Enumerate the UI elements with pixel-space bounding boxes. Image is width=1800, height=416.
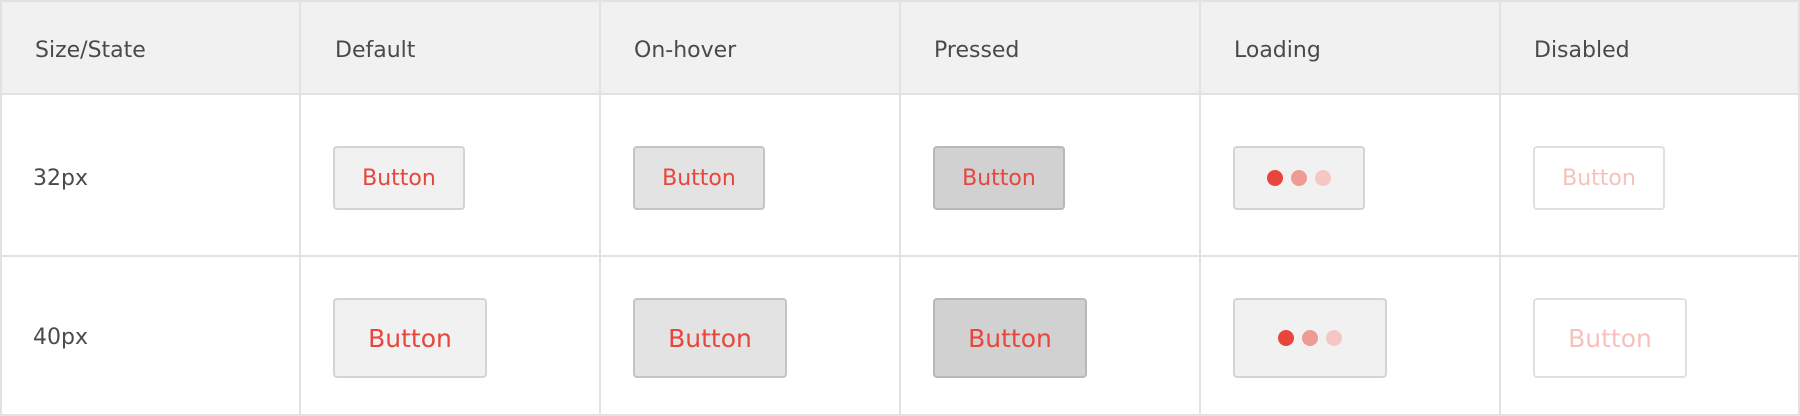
col-divider bbox=[1199, 2, 1201, 414]
button-40-hover[interactable]: Button bbox=[633, 298, 787, 378]
button-32-pressed[interactable]: Button bbox=[933, 146, 1065, 210]
loading-dot bbox=[1326, 330, 1342, 346]
button-40-pressed[interactable]: Button bbox=[933, 298, 1087, 378]
button-32-loading[interactable] bbox=[1233, 146, 1365, 210]
button-label: Button bbox=[968, 323, 1052, 353]
col-divider bbox=[599, 2, 601, 414]
header-size-state: Size/State bbox=[35, 38, 146, 63]
button-40-disabled: Button bbox=[1533, 298, 1687, 378]
button-label: Button bbox=[1568, 323, 1652, 353]
loading-dot bbox=[1291, 170, 1307, 186]
button-label: Button bbox=[362, 165, 436, 191]
loading-dots-icon bbox=[1274, 330, 1346, 346]
header-disabled: Disabled bbox=[1534, 38, 1630, 63]
header-default: Default bbox=[335, 38, 416, 63]
loading-dot bbox=[1278, 330, 1294, 346]
button-label: Button bbox=[962, 165, 1036, 191]
loading-dot bbox=[1302, 330, 1318, 346]
header-loading: Loading bbox=[1234, 38, 1321, 63]
header-pressed: Pressed bbox=[934, 38, 1020, 63]
row-size-label-32: 32px bbox=[33, 166, 88, 191]
button-40-loading[interactable] bbox=[1233, 298, 1387, 378]
row-size-label-40: 40px bbox=[33, 325, 88, 350]
button-32-hover[interactable]: Button bbox=[633, 146, 765, 210]
button-label: Button bbox=[668, 323, 752, 353]
col-divider bbox=[899, 2, 901, 414]
button-label: Button bbox=[1562, 165, 1636, 191]
button-label: Button bbox=[662, 165, 736, 191]
button-40-default[interactable]: Button bbox=[333, 298, 487, 378]
button-label: Button bbox=[368, 323, 452, 353]
button-states-table: Size/State Default On-hover Pressed Load… bbox=[0, 0, 1800, 416]
button-32-disabled: Button bbox=[1533, 146, 1665, 210]
loading-dot bbox=[1267, 170, 1283, 186]
col-divider bbox=[1499, 2, 1501, 414]
loading-dot bbox=[1315, 170, 1331, 186]
loading-dots-icon bbox=[1263, 170, 1335, 186]
header-on-hover: On-hover bbox=[634, 38, 737, 63]
button-32-default[interactable]: Button bbox=[333, 146, 465, 210]
col-divider bbox=[299, 2, 301, 414]
